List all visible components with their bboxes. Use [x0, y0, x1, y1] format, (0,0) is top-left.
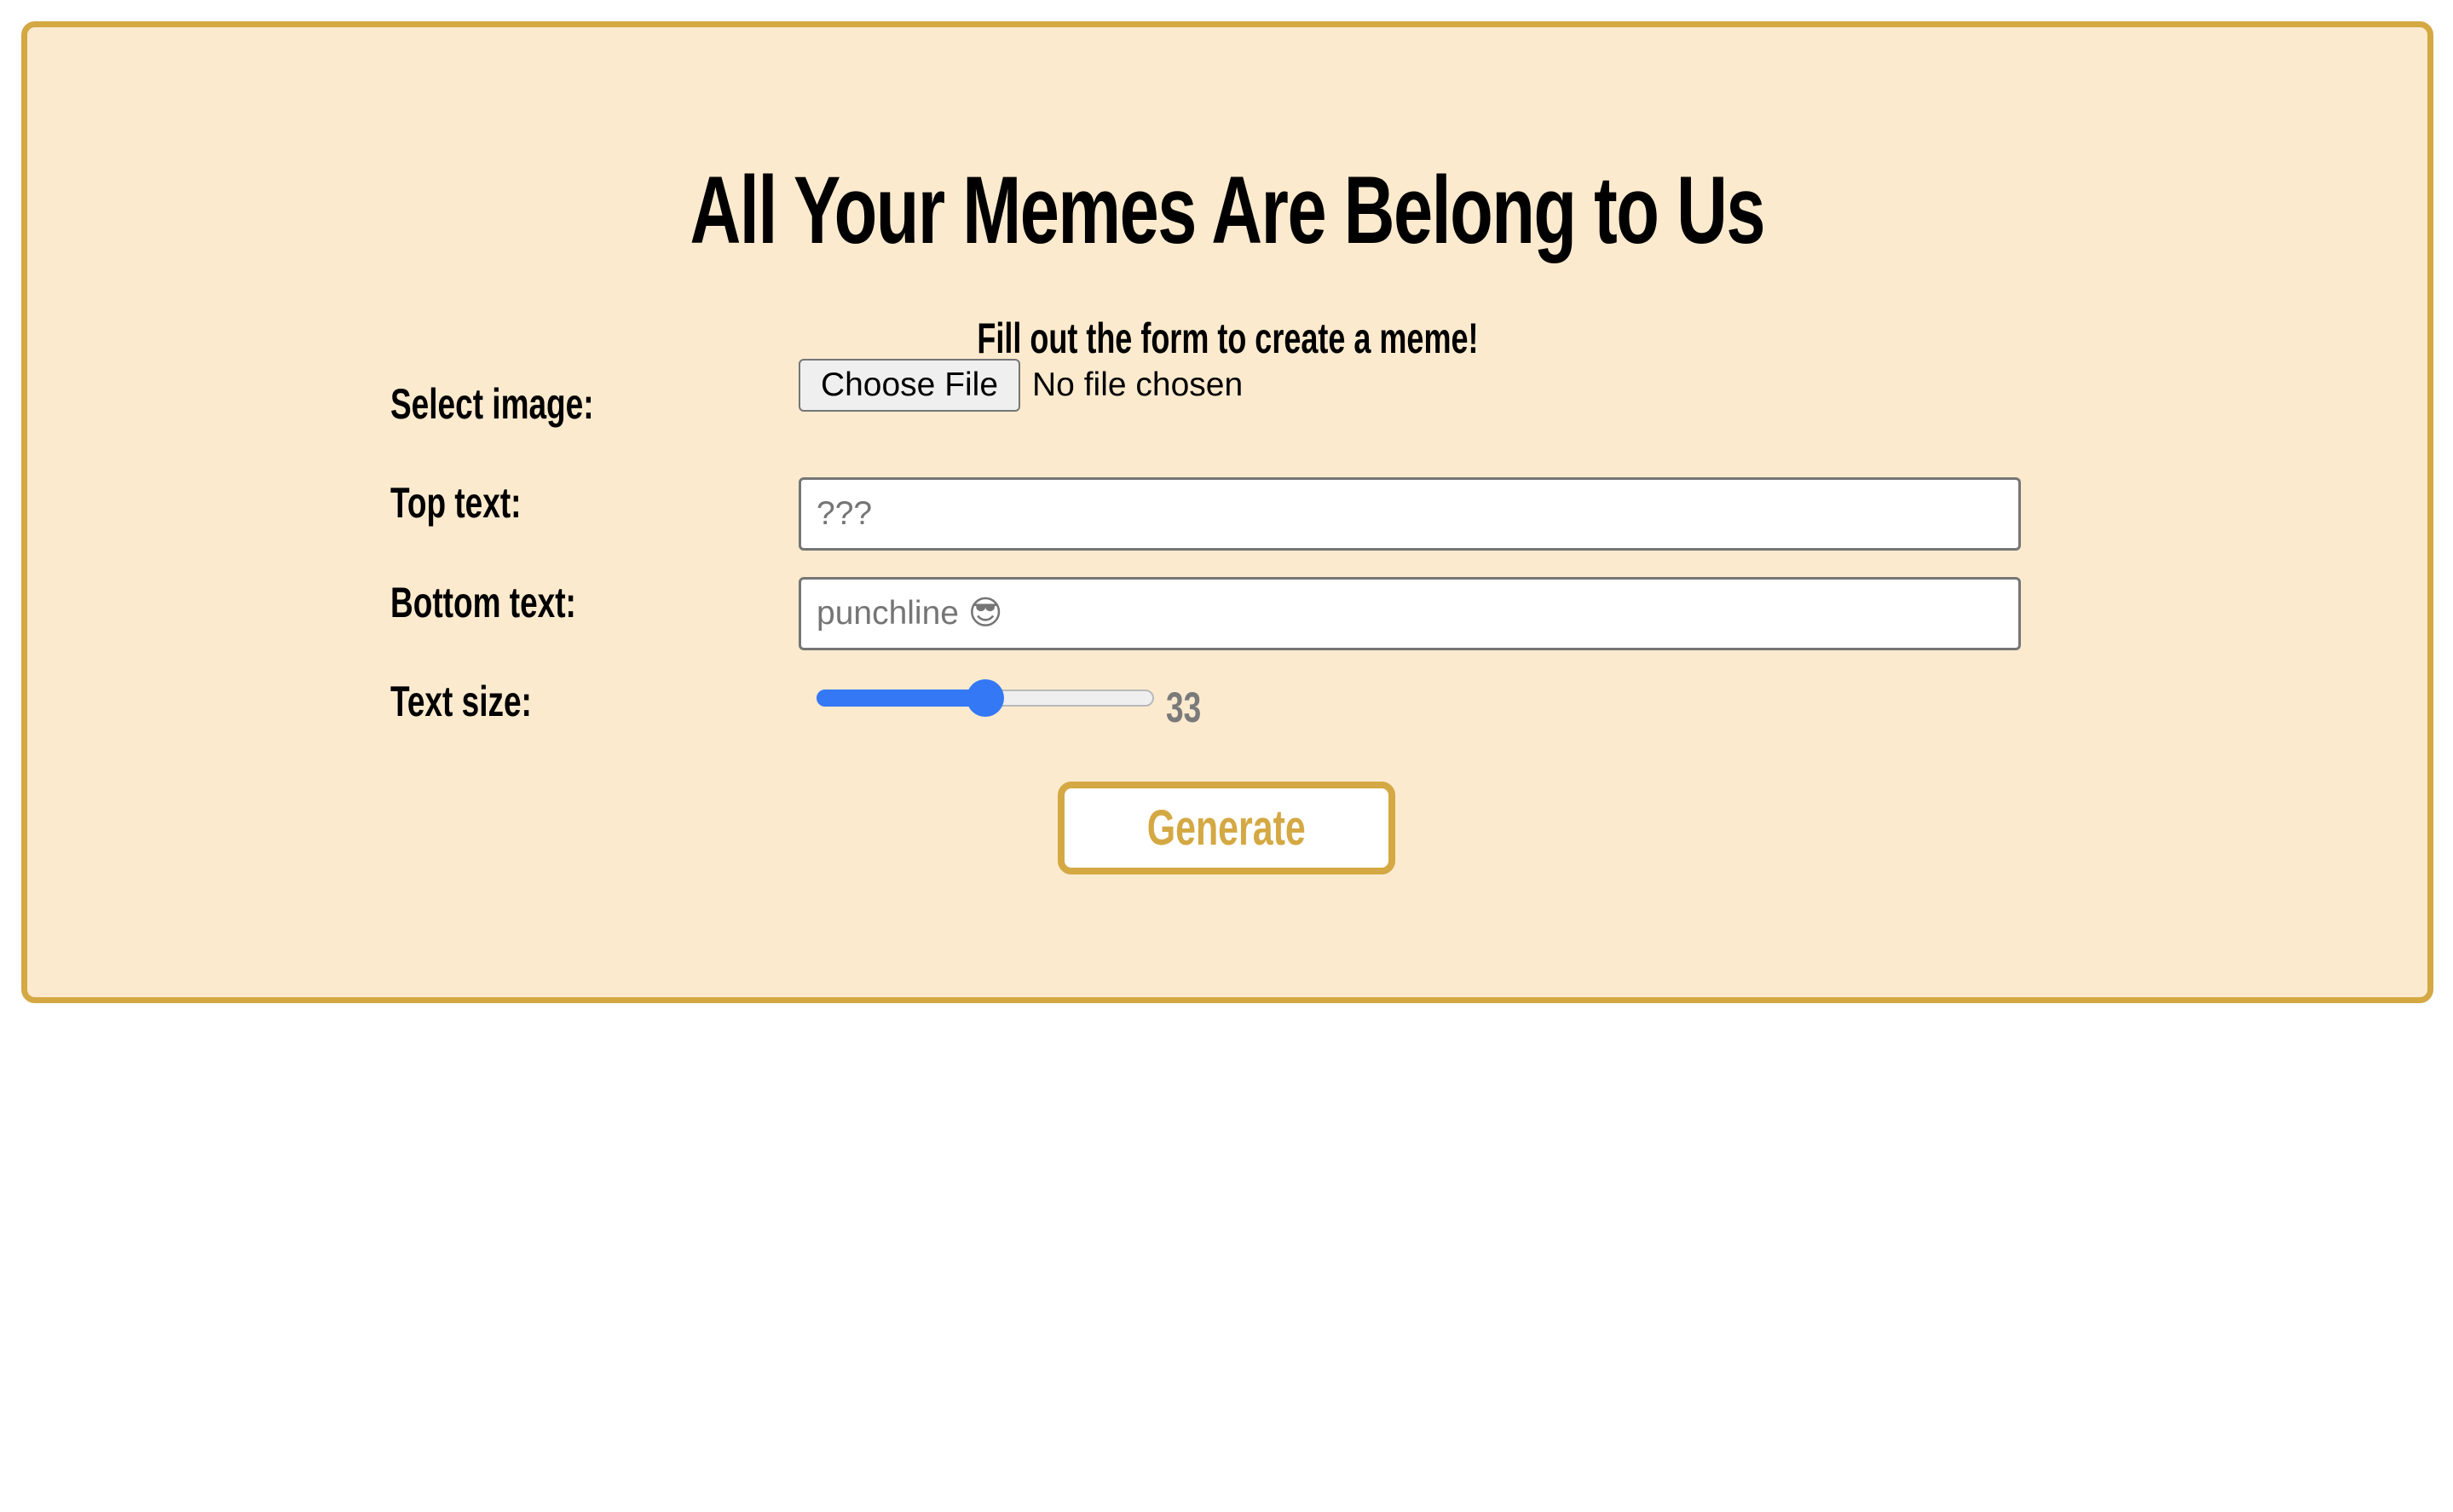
top-text-input[interactable] — [799, 477, 2021, 551]
title-container: All Your Memes Are Belong to Us — [27, 155, 2427, 266]
select-image-label: Select image: — [390, 380, 594, 428]
choose-file-button[interactable]: Choose File — [799, 359, 1020, 412]
bottom-text-input[interactable] — [799, 577, 2021, 650]
file-status-text: No file chosen — [1032, 366, 1244, 403]
page-title: All Your Memes Are Belong to Us — [690, 157, 1766, 263]
page-subtitle: Fill out the form to create a meme! — [976, 315, 1479, 362]
top-text-label: Top text: — [390, 479, 522, 527]
bottom-text-label: Bottom text: — [390, 579, 576, 626]
text-size-value: 33 — [1166, 684, 1202, 731]
text-size-label: Text size: — [390, 678, 532, 725]
generate-button[interactable]: Generate — [1058, 782, 1395, 874]
slider-fill — [817, 690, 985, 707]
text-size-slider[interactable] — [817, 679, 1154, 717]
subtitle-container: Fill out the form to create a meme! — [27, 313, 2427, 364]
slider-thumb[interactable] — [967, 679, 1004, 717]
generate-button-label: Generate — [1146, 800, 1307, 856]
